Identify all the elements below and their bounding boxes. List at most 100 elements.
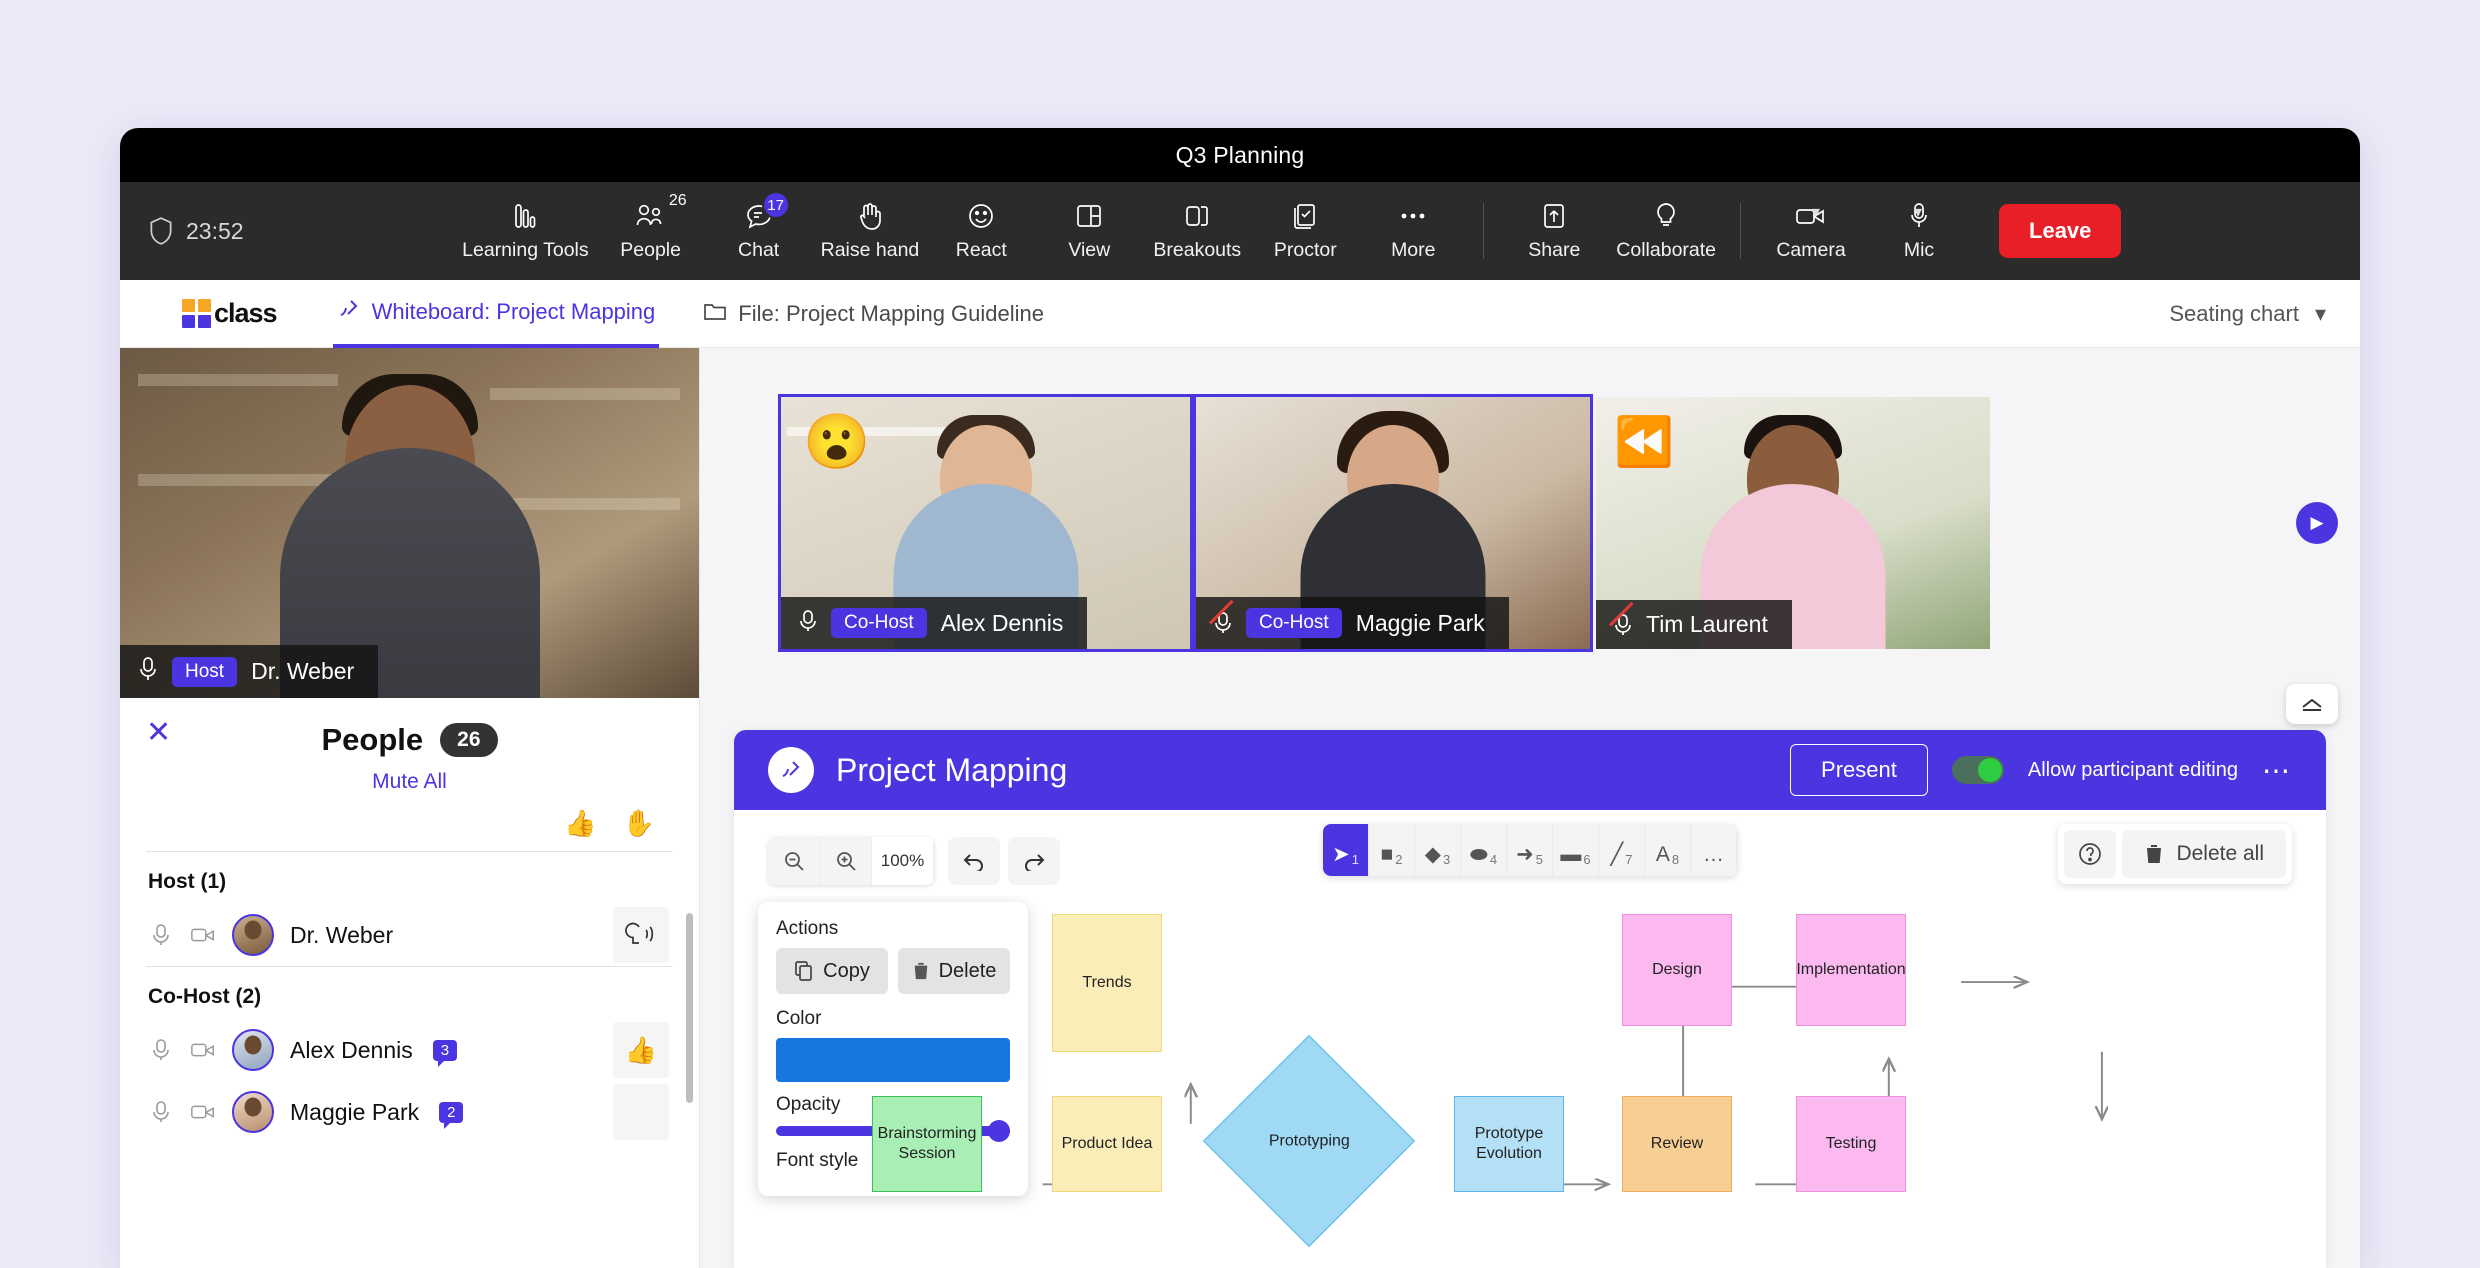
toolbar-label: Mic xyxy=(1904,239,1934,262)
page-title: Q3 Planning xyxy=(1176,142,1305,169)
timer-value: 23:52 xyxy=(186,218,244,245)
chat-count-badge[interactable]: 2 xyxy=(439,1102,463,1123)
mic-on-icon[interactable] xyxy=(148,1099,174,1125)
node-prototype-evolution[interactable]: Prototype Evolution xyxy=(1454,1096,1564,1192)
video-tile-alex[interactable]: 😮 Co-Host Alex Dennis xyxy=(778,394,1193,652)
arrow-tool[interactable]: ➜5 xyxy=(1507,824,1553,876)
people-panel-header: ✕ People 26 Mute All xyxy=(120,698,699,800)
undo-redo-group xyxy=(948,837,1060,885)
delete-button[interactable]: Delete xyxy=(898,948,1010,994)
list-item[interactable]: Alex Dennis 3 👍 xyxy=(120,1019,699,1081)
video-tile-maggie[interactable]: Co-Host Maggie Park xyxy=(1193,394,1593,652)
toolbar-label: More xyxy=(1391,239,1435,262)
host-role-badge: Host xyxy=(172,657,237,687)
copy-button[interactable]: Copy xyxy=(776,948,888,994)
help-icon[interactable] xyxy=(2064,830,2116,878)
toolbar-item-people[interactable]: 26 People xyxy=(597,196,705,266)
raise-hand-icon xyxy=(856,200,884,232)
tab-file-label: File: Project Mapping Guideline xyxy=(738,301,1044,327)
rectangle-tool[interactable]: ■2 xyxy=(1369,824,1415,876)
node-review[interactable]: Review xyxy=(1622,1096,1732,1192)
chat-count-badge[interactable]: 3 xyxy=(433,1040,457,1061)
line-tool[interactable]: ▬6 xyxy=(1553,824,1599,876)
collapse-strip-button[interactable] xyxy=(2286,684,2338,724)
toolbar-item-breakouts[interactable]: Breakouts xyxy=(1143,196,1251,266)
chevron-down-icon-mic[interactable]: ▾ xyxy=(1914,202,1922,222)
whiteboard-more-icon[interactable]: ⋯ xyxy=(2262,754,2292,787)
pencil-tool[interactable]: ╱7 xyxy=(1599,824,1645,876)
logo-square-orange xyxy=(182,299,195,312)
toolbar-item-share[interactable]: Share xyxy=(1500,196,1608,266)
bg-shelf-3 xyxy=(490,388,680,400)
mic-on-icon[interactable] xyxy=(148,922,174,948)
video-tile-tim[interactable]: ⏪ Tim Laurent xyxy=(1593,394,1993,652)
select-tool[interactable]: ➤1 xyxy=(1323,824,1369,876)
node-brainstorming-session[interactable]: Brainstorming Session xyxy=(872,1096,982,1192)
opacity-slider-knob[interactable] xyxy=(988,1120,1010,1142)
node-implementation[interactable]: Implementation xyxy=(1796,914,1906,1026)
more-tools[interactable]: … xyxy=(1691,824,1737,876)
camera-on-icon[interactable] xyxy=(190,922,216,948)
host-video-tile[interactable]: Host Dr. Weber xyxy=(120,348,699,698)
toolbar-item-collaborate[interactable]: Collaborate xyxy=(1608,196,1724,266)
toolbar-item-raise-hand[interactable]: Raise hand xyxy=(813,196,928,266)
toolbar-item-view[interactable]: View xyxy=(1035,196,1143,266)
scrollbar[interactable] xyxy=(686,913,693,1103)
chevron-down-icon[interactable]: ▾ xyxy=(1812,202,1820,222)
toolbar-item-learning-tools[interactable]: Learning Tools xyxy=(454,196,596,266)
tab-file[interactable]: File: Project Mapping Guideline xyxy=(699,280,1048,348)
diamond-tool-glyph: ◆ xyxy=(1425,842,1441,867)
list-item[interactable]: Maggie Park 2 xyxy=(120,1081,699,1143)
zoom-out-icon[interactable] xyxy=(768,837,820,885)
color-swatch[interactable] xyxy=(776,1038,1010,1082)
tool-number: 1 xyxy=(1352,852,1359,867)
learning-tools-icon xyxy=(510,200,540,232)
actions-heading: Actions xyxy=(776,918,1010,940)
zoom-in-icon[interactable] xyxy=(820,837,872,885)
node-product-idea[interactable]: Product Idea xyxy=(1052,1096,1162,1192)
diamond-tool[interactable]: ◆3 xyxy=(1415,824,1461,876)
thumbs-up-icon-header[interactable]: 👍 xyxy=(564,808,596,839)
toolbar-item-mic[interactable]: ▾ Mic xyxy=(1865,196,1973,266)
node-testing[interactable]: Testing xyxy=(1796,1096,1906,1192)
chat-count-badge: 17 xyxy=(762,191,790,219)
toolbar-item-react[interactable]: React xyxy=(927,196,1035,266)
chevron-down-icon-seating: ▾ xyxy=(2315,301,2326,327)
tool-number: 8 xyxy=(1672,852,1679,867)
seating-chart-dropdown[interactable]: Seating chart ▾ xyxy=(2169,301,2326,327)
delete-label: Delete xyxy=(939,960,997,983)
list-item[interactable]: Dr. Weber xyxy=(120,904,699,966)
mic-on-icon[interactable] xyxy=(148,1037,174,1063)
tool-number: 5 xyxy=(1536,852,1543,867)
allow-participant-editing-toggle[interactable] xyxy=(1952,756,2004,784)
zoom-level-value[interactable]: 100% xyxy=(872,837,934,885)
toolbar-item-more[interactable]: More xyxy=(1359,196,1467,266)
people-panel-count: 26 xyxy=(440,723,497,757)
tile-nametag: Tim Laurent xyxy=(1596,600,1792,649)
ellipse-tool[interactable]: ⬬4 xyxy=(1461,824,1507,876)
whiteboard-toolbar: 100% ➤1 xyxy=(734,810,2326,896)
leave-button[interactable]: Leave xyxy=(1999,204,2121,258)
delete-all-button[interactable]: Delete all xyxy=(2122,830,2286,878)
tab-whiteboard[interactable]: Whiteboard: Project Mapping xyxy=(333,280,660,348)
toolbar-item-camera[interactable]: ▾ Camera xyxy=(1757,196,1865,266)
node-design[interactable]: Design xyxy=(1622,914,1732,1026)
undo-icon[interactable] xyxy=(948,837,1000,885)
toolbar-item-proctor[interactable]: Proctor xyxy=(1251,196,1359,266)
camera-on-icon[interactable] xyxy=(190,1037,216,1063)
raise-hand-icon-header[interactable]: ✋ xyxy=(623,808,655,839)
node-trends[interactable]: Trends xyxy=(1052,914,1162,1052)
people-panel-icon-row: 👍 ✋ xyxy=(120,800,699,851)
text-tool[interactable]: A8 xyxy=(1645,824,1691,876)
tool-number: 3 xyxy=(1443,852,1450,867)
next-page-arrow-icon[interactable]: ▶ xyxy=(2296,502,2338,544)
tile-name: Tim Laurent xyxy=(1646,611,1768,638)
redo-icon[interactable] xyxy=(1008,837,1060,885)
node-prototyping[interactable]: Prototyping xyxy=(1203,1035,1415,1247)
camera-on-icon[interactable] xyxy=(190,1099,216,1125)
present-button[interactable]: Present xyxy=(1790,744,1928,796)
mute-all-button[interactable]: Mute All xyxy=(120,770,699,794)
whiteboard-canvas[interactable]: Actions Copy Delete Color xyxy=(734,896,2326,1268)
toolbar-item-chat[interactable]: 17 Chat xyxy=(705,196,813,266)
close-icon[interactable]: ✕ xyxy=(146,718,171,748)
